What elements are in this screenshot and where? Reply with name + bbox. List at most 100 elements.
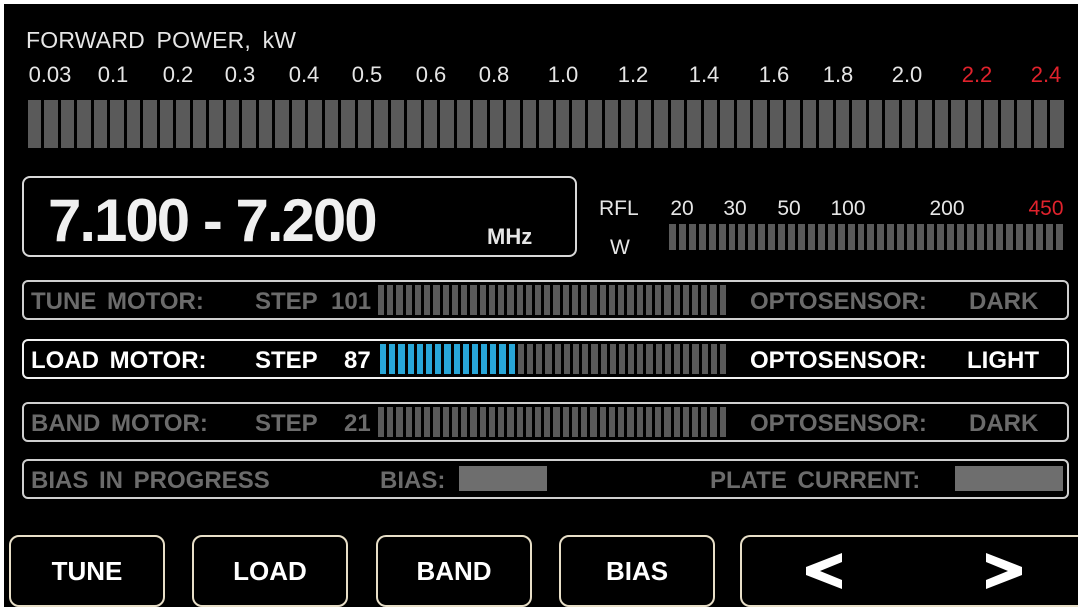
tune-motor-step-value: 101 xyxy=(331,288,372,315)
band-motor-segment xyxy=(562,407,569,437)
band-motor-segment xyxy=(608,407,616,437)
tune-motor-segment xyxy=(378,285,385,315)
load-motor-segment xyxy=(517,344,524,374)
tune-motor-segment xyxy=(627,285,634,315)
reflected-segment xyxy=(678,224,686,250)
forward-power-segment xyxy=(308,100,322,148)
reflected-segment xyxy=(877,224,885,250)
reflected-tick-label: 100 xyxy=(830,197,866,220)
forward-power-segment xyxy=(703,100,718,148)
band-motor-step-label: STEP xyxy=(255,410,318,437)
reflected-segment xyxy=(1016,224,1024,250)
forward-power-segment xyxy=(802,100,817,148)
reflected-segment xyxy=(996,224,1004,250)
chevron-right-icon[interactable] xyxy=(984,553,1024,589)
reflected-tick-label: 50 xyxy=(777,197,801,220)
tune-motor-position-bar xyxy=(378,285,726,315)
band-motor-segment xyxy=(507,407,514,437)
forward-power-tick-label: 1.8 xyxy=(822,62,854,87)
forward-power-segment xyxy=(819,100,833,148)
tune-motor-segment xyxy=(525,285,532,315)
reflected-unit: W xyxy=(610,236,630,259)
tune-motor-segment xyxy=(719,285,726,315)
forward-power-segment xyxy=(621,100,635,148)
load-motor-segment xyxy=(618,344,626,374)
tune-motor-segment xyxy=(498,285,505,315)
forward-power-segment xyxy=(951,100,965,148)
band-motor-segment xyxy=(701,407,708,437)
band-motor-optosensor-value: DARK xyxy=(969,410,1039,437)
load-motor-segment xyxy=(407,344,414,374)
reflected-segment xyxy=(956,224,964,250)
tune-button-label: TUNE xyxy=(51,555,123,586)
bias-indicator xyxy=(459,466,547,491)
load-motor-segment xyxy=(416,344,423,374)
forward-power-segment xyxy=(588,100,602,148)
band-motor-segment xyxy=(461,407,468,437)
reflected-segment xyxy=(758,224,766,250)
forward-power-tick-label: 0.03 xyxy=(28,62,72,87)
band-motor-segment xyxy=(396,407,403,437)
load-button[interactable]: LOAD xyxy=(192,535,348,607)
forward-power-segment xyxy=(440,100,454,148)
tune-motor-segment xyxy=(608,285,616,315)
tune-motor-segment xyxy=(571,285,579,315)
forward-power-segment xyxy=(522,100,537,148)
tune-motor-segment xyxy=(544,285,551,315)
load-motor-segment xyxy=(710,344,717,374)
band-motor-segment xyxy=(673,407,680,437)
reflected-segment xyxy=(986,224,994,250)
reflected-segment xyxy=(966,224,974,250)
load-motor-segment xyxy=(600,344,607,374)
reflected-tick-label: 30 xyxy=(723,197,747,220)
forward-power-tick-label: 0.6 xyxy=(415,62,447,87)
tune-motor-segment xyxy=(470,285,477,315)
tune-motor-segment xyxy=(424,285,431,315)
forward-power-segment xyxy=(539,100,553,148)
reflected-segment xyxy=(748,224,756,250)
band-button-label: BAND xyxy=(416,555,492,586)
forward-power-segment xyxy=(77,100,91,148)
forward-power-tick-label: 2.2 xyxy=(961,62,993,87)
band-motor-segment xyxy=(433,407,440,437)
reflected-segment xyxy=(817,224,825,250)
band-motor-segment xyxy=(655,407,662,437)
bias-button[interactable]: BIAS xyxy=(559,535,715,607)
forward-power-segment xyxy=(1000,100,1015,148)
forward-power-tick-label: 0.8 xyxy=(478,62,510,87)
forward-power-segment xyxy=(60,100,75,148)
band-motor-segment xyxy=(645,407,653,437)
forward-power-segment xyxy=(769,100,784,148)
forward-power-segment xyxy=(93,100,108,148)
forward-power-segment xyxy=(275,100,289,148)
reflected-segment xyxy=(797,224,805,250)
reflected-segment xyxy=(857,224,865,250)
reflected-segment xyxy=(917,224,924,250)
tune-motor-segment xyxy=(618,285,625,315)
reflected-segment xyxy=(669,224,676,250)
forward-power-segment xyxy=(835,100,850,148)
reflected-power-bar xyxy=(669,224,1063,250)
chevron-left-icon[interactable] xyxy=(804,553,844,589)
forward-power-segment xyxy=(1033,100,1048,148)
forward-power-segment xyxy=(967,100,982,148)
band-motor-segment xyxy=(488,407,496,437)
frequency-unit: MHz xyxy=(487,224,533,249)
tune-button[interactable]: TUNE xyxy=(9,535,165,607)
load-motor-segment xyxy=(683,344,690,374)
band-motor-segment xyxy=(451,407,459,437)
load-motor-segment xyxy=(435,344,442,374)
forward-power-segment xyxy=(901,100,916,148)
tune-motor-segment xyxy=(488,285,496,315)
tune-motor-segment xyxy=(387,285,394,315)
load-motor-optosensor-label: OPTOSENSOR: xyxy=(750,347,927,374)
forward-power-tick-label: 0.3 xyxy=(224,62,256,87)
band-motor-segment xyxy=(525,407,532,437)
band-motor-segment xyxy=(387,407,394,437)
forward-power-segment xyxy=(604,100,619,148)
forward-power-segment xyxy=(407,100,421,148)
band-button[interactable]: BAND xyxy=(376,535,532,607)
forward-power-segment xyxy=(868,100,883,148)
tune-motor-segment xyxy=(701,285,708,315)
load-button-label: LOAD xyxy=(233,555,307,586)
